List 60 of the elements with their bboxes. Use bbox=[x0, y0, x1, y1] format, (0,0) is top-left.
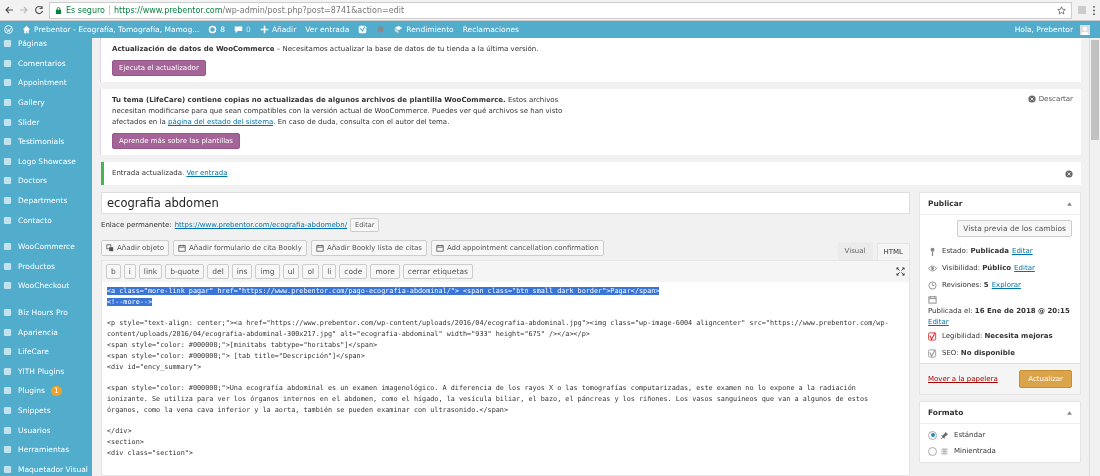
reload-icon[interactable] bbox=[34, 5, 44, 15]
home-icon bbox=[22, 25, 31, 34]
square-icon bbox=[3, 117, 12, 127]
square-icon bbox=[3, 156, 12, 166]
square-icon bbox=[3, 425, 12, 435]
avatar-icon bbox=[1080, 24, 1090, 35]
square-icon bbox=[3, 58, 12, 68]
square-icon bbox=[3, 137, 12, 147]
pin-icon bbox=[928, 246, 937, 256]
refresh-icon bbox=[208, 25, 218, 34]
calendar-icon bbox=[928, 295, 937, 304]
square-icon bbox=[3, 308, 12, 317]
pin-icon bbox=[940, 430, 949, 440]
yoast-icon[interactable] bbox=[358, 25, 368, 34]
url-text: https://www.prebentor.com/wp-admin/post.php?post=8741&action=edit bbox=[114, 5, 405, 15]
square-icon bbox=[3, 406, 12, 415]
title-field[interactable]: ecografia abdomen bbox=[101, 192, 910, 214]
collapse-icon[interactable] bbox=[1067, 410, 1072, 415]
star-icon[interactable] bbox=[1057, 5, 1066, 15]
square-icon bbox=[3, 281, 12, 291]
square-icon bbox=[3, 386, 12, 396]
calendar-icon bbox=[178, 244, 186, 252]
calendar-icon bbox=[315, 244, 324, 252]
square-icon bbox=[3, 445, 12, 455]
document-icon bbox=[940, 446, 949, 456]
wordpress-logo-icon[interactable] bbox=[4, 25, 13, 34]
scrollbar[interactable] bbox=[1089, 38, 1100, 476]
lock-icon bbox=[55, 5, 62, 15]
square-icon bbox=[3, 78, 12, 88]
cube-icon bbox=[394, 25, 404, 34]
eye-icon bbox=[928, 263, 937, 273]
status-dot-icon bbox=[376, 25, 386, 34]
check-mark-icon bbox=[928, 331, 937, 341]
calendar-icon bbox=[435, 244, 444, 252]
square-icon bbox=[3, 366, 12, 376]
square-icon bbox=[3, 347, 12, 357]
security-label: Es seguro bbox=[66, 5, 105, 15]
media-icon bbox=[106, 244, 114, 252]
square-icon bbox=[3, 261, 12, 271]
square-icon bbox=[3, 176, 12, 186]
fullscreen-icon[interactable] bbox=[896, 267, 905, 276]
speech-bubble-icon bbox=[234, 25, 244, 34]
radio-button[interactable] bbox=[928, 446, 937, 456]
square-icon bbox=[3, 215, 12, 225]
square-icon bbox=[3, 98, 12, 108]
collapse-icon[interactable] bbox=[1067, 201, 1072, 206]
menu-icon[interactable] bbox=[1092, 4, 1096, 16]
address-bar[interactable]: Es seguro https://www.prebentor.com/wp-admin/post.php?post=8741&action=edit bbox=[49, 1, 1072, 19]
square-icon bbox=[3, 464, 12, 474]
check-mark-icon bbox=[928, 348, 937, 358]
square-icon bbox=[3, 196, 12, 206]
square-icon bbox=[3, 39, 12, 49]
square-icon bbox=[3, 242, 12, 252]
clock-icon bbox=[928, 280, 937, 290]
close-icon[interactable] bbox=[1065, 169, 1073, 178]
back-icon[interactable] bbox=[4, 5, 14, 15]
plus-icon bbox=[259, 25, 269, 34]
radio-button[interactable] bbox=[928, 430, 937, 440]
close-icon bbox=[1027, 95, 1036, 103]
square-icon bbox=[3, 327, 12, 337]
